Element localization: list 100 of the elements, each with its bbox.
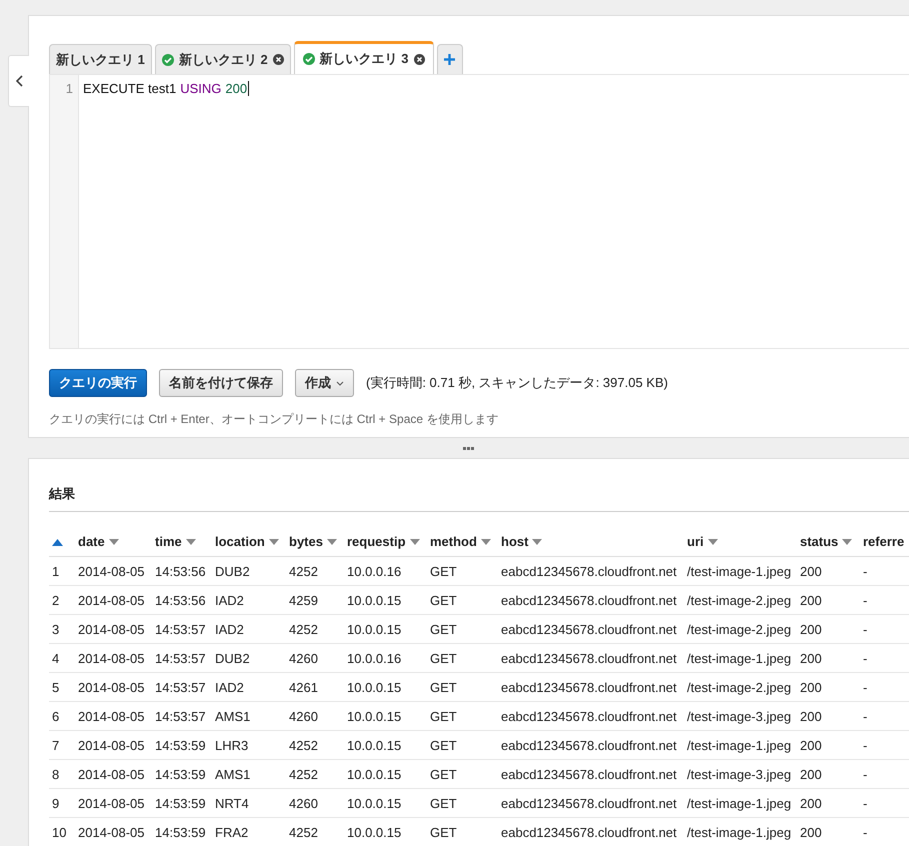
table-cell: 200 <box>800 796 822 810</box>
table-cell: 14:53:57 <box>155 622 206 636</box>
query-tab[interactable]: 新しいクエリ 2 <box>154 44 291 74</box>
table-cell: IAD2 <box>215 680 244 694</box>
table-cell: - <box>863 622 868 636</box>
resize-handle-icon[interactable] <box>463 446 474 450</box>
table-cell: 2014-08-05 <box>78 564 144 578</box>
column-header[interactable]: uri <box>687 534 704 549</box>
table-cell: - <box>863 766 868 782</box>
query-tab[interactable]: 新しいクエリ 1 <box>49 44 152 74</box>
sort-caret-icon[interactable] <box>532 538 542 544</box>
column-header[interactable]: date <box>78 534 105 549</box>
table-cell: /test-image-3.jpeg <box>687 766 792 782</box>
column-header[interactable]: bytes <box>289 534 323 549</box>
table-cell: 200 <box>800 708 822 724</box>
table-cell: - <box>863 592 868 608</box>
table-cell: 2014-08-05 <box>78 592 144 608</box>
sort-caret-icon[interactable] <box>842 538 852 544</box>
row-number: 7 <box>52 738 60 752</box>
table-cell: 10.0.0.15 <box>347 738 402 752</box>
column-header[interactable]: location <box>215 534 265 549</box>
table-cell: DUB2 <box>215 564 250 578</box>
code-editor[interactable]: 1 EXECUTE test1 USING 200 <box>49 74 909 349</box>
table-cell: /test-image-2.jpeg <box>687 680 792 694</box>
table-cell: - <box>863 564 868 578</box>
table-cell: 4252 <box>289 564 318 578</box>
row-number: 10 <box>52 824 66 840</box>
table-cell: eabcd12345678.cloudfront.net <box>501 708 677 724</box>
table-cell: 2014-08-05 <box>78 650 144 666</box>
table-cell: eabcd12345678.cloudfront.net <box>501 738 677 752</box>
sort-ascending-icon[interactable] <box>52 539 63 546</box>
table-cell: 14:53:57 <box>155 650 206 666</box>
create-dropdown-button[interactable]: 作成 <box>295 369 354 397</box>
close-icon[interactable] <box>272 54 284 65</box>
table-cell: /test-image-1.jpeg <box>687 796 792 810</box>
row-number: 4 <box>52 650 60 666</box>
table-cell: GET <box>430 680 457 694</box>
table-cell: 2014-08-05 <box>78 824 144 840</box>
table-cell: 2014-08-05 <box>78 680 144 694</box>
table-cell: eabcd12345678.cloudfront.net <box>501 766 677 782</box>
table-cell: 4261 <box>289 680 318 694</box>
column-header[interactable]: time <box>155 534 182 549</box>
plus-icon <box>444 54 456 65</box>
sort-caret-icon[interactable] <box>410 538 420 544</box>
table-cell: /test-image-2.jpeg <box>687 622 792 636</box>
line-number: 1 <box>64 81 73 96</box>
table-cell: 14:53:57 <box>155 708 206 724</box>
table-cell: 200 <box>800 824 822 840</box>
table-cell: 14:53:59 <box>155 796 206 810</box>
table-cell: AMS1 <box>215 708 250 724</box>
table-cell: 14:53:56 <box>155 592 206 608</box>
table-cell: GET <box>430 738 457 752</box>
table-cell: 4260 <box>289 708 318 724</box>
table-cell: 10.0.0.15 <box>347 622 402 636</box>
table-cell: 10.0.0.15 <box>347 680 402 694</box>
run-query-button[interactable]: クエリの実行 <box>49 369 147 397</box>
sort-caret-icon[interactable] <box>326 538 337 544</box>
table-cell: 200 <box>800 650 822 666</box>
table-cell: - <box>863 650 868 666</box>
sort-caret-icon[interactable] <box>108 538 119 544</box>
sort-caret-icon[interactable] <box>268 538 279 544</box>
table-cell: eabcd12345678.cloudfront.net <box>501 680 677 694</box>
table-cell: FRA2 <box>215 824 248 840</box>
table-cell: GET <box>430 650 457 666</box>
query-tab[interactable]: 新しいクエリ 3 <box>294 41 434 74</box>
table-cell: GET <box>430 708 457 724</box>
chevron-down-icon <box>336 380 344 386</box>
sort-caret-icon[interactable] <box>708 538 718 544</box>
table-cell: IAD2 <box>215 622 244 636</box>
table-cell: 200 <box>800 738 822 752</box>
table-cell: 200 <box>800 592 822 608</box>
table-cell: 14:53:57 <box>155 680 206 694</box>
collapse-sidebar-button[interactable] <box>8 55 29 107</box>
sort-caret-icon[interactable] <box>480 538 491 544</box>
column-header[interactable]: host <box>501 534 528 549</box>
table-cell: 10.0.0.15 <box>347 796 402 810</box>
table-cell: - <box>863 796 868 810</box>
table-cell: 200 <box>800 680 822 694</box>
table-cell: 200 <box>800 622 822 636</box>
table-cell: /test-image-1.jpeg <box>687 650 792 666</box>
code-token: EXECUTE test1 <box>83 81 176 96</box>
column-header[interactable]: status <box>800 534 838 549</box>
table-cell: 14:53:56 <box>155 564 206 578</box>
table-cell: GET <box>430 622 457 636</box>
close-icon[interactable] <box>414 54 425 64</box>
table-cell: DUB2 <box>215 650 250 666</box>
save-as-button[interactable]: 名前を付けて保存 <box>159 369 283 397</box>
sort-caret-icon[interactable] <box>186 538 196 544</box>
row-number: 9 <box>52 796 60 810</box>
table-cell: GET <box>430 564 457 578</box>
add-tab-button[interactable] <box>436 44 463 74</box>
table-cell: eabcd12345678.cloudfront.net <box>501 592 677 608</box>
table-cell: 10.0.0.15 <box>347 824 402 840</box>
column-header[interactable]: requestip <box>347 534 406 549</box>
table-cell: AMS1 <box>215 766 250 782</box>
table-cell: 4260 <box>289 650 318 666</box>
row-number: 6 <box>52 708 60 724</box>
table-cell: 2014-08-05 <box>78 622 144 636</box>
column-header[interactable]: method <box>430 534 477 549</box>
column-header[interactable]: referre <box>863 534 904 549</box>
